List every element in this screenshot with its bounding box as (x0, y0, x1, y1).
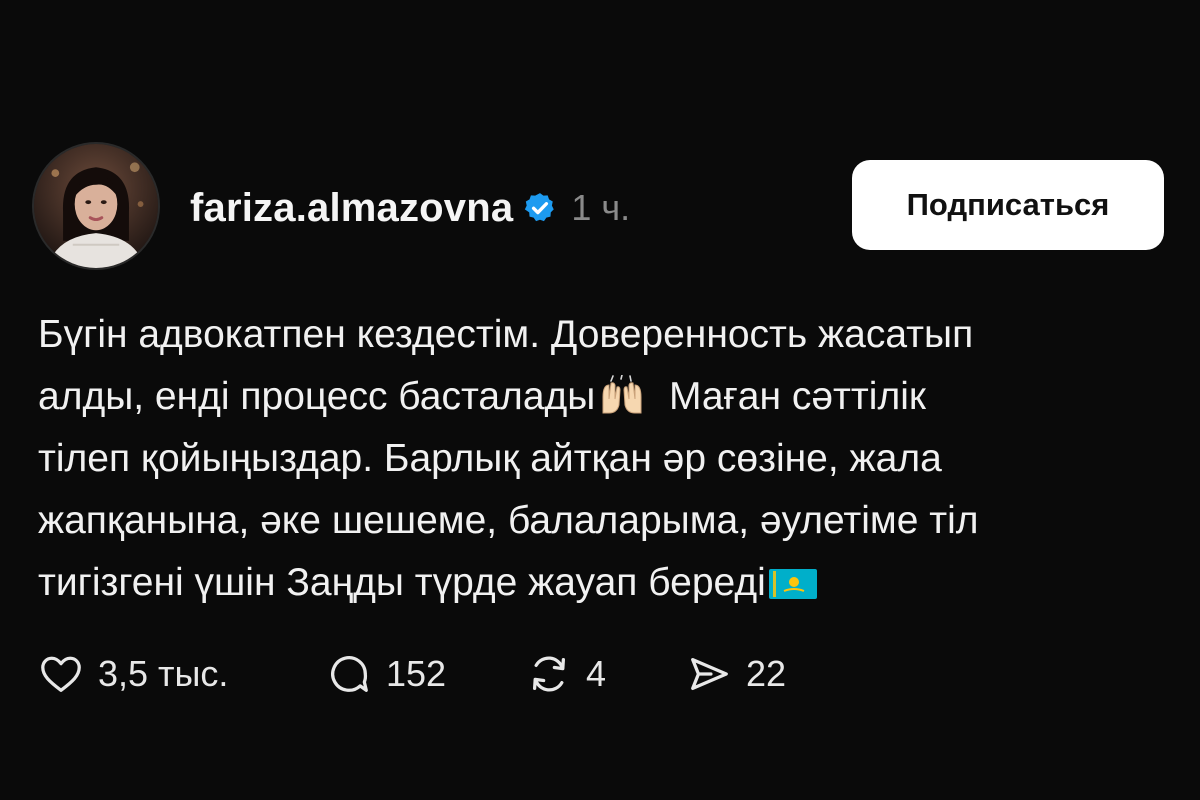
share-button[interactable]: 22 (686, 651, 786, 697)
text-segment: тигізгені үшін Заңды түрде жауап береді (38, 561, 766, 604)
comment-button[interactable]: 152 (326, 651, 526, 697)
post-text: Бүгін адвокатпен кездестім. Доверенность… (38, 304, 1178, 614)
username[interactable]: fariza.almazovna (190, 186, 513, 231)
text-line: тигізгені үшін Заңды түрде жауап береді (38, 552, 1178, 614)
post-card: fariza.almazovna 1 ч. Подписаться Бүгін … (0, 0, 1200, 800)
send-icon (691, 657, 728, 691)
text-line: тілеп қойыңыздар. Барлық айтқан әр сөзін… (38, 437, 942, 480)
text-line: жапқанына, әке шешеме, балаларыма, әулет… (38, 499, 979, 542)
text-segment: алды, енді процесс басталады (38, 375, 596, 418)
action-bar: 3,5 тыс. 152 4 22 (38, 646, 786, 702)
comment-icon (331, 656, 368, 692)
like-button[interactable]: 3,5 тыс. (38, 651, 326, 697)
text-segment: Маған сәттілік (668, 375, 926, 418)
heart-icon (41, 656, 81, 692)
post-header: fariza.almazovna 1 ч. (190, 178, 630, 238)
avatar-image (34, 144, 158, 268)
like-count: 3,5 тыс. (98, 653, 229, 694)
text-line: алды, енді процесс басталады Маған сәтті… (38, 366, 1178, 428)
avatar[interactable] (32, 142, 160, 270)
verified-badge-icon (523, 191, 557, 225)
kazakhstan-flag-emoji (768, 567, 818, 601)
comment-count: 152 (386, 653, 447, 694)
post-time: 1 ч. (571, 187, 631, 228)
follow-button[interactable]: Подписаться (852, 160, 1164, 250)
repost-count: 4 (586, 653, 607, 694)
raising-hands-emoji (597, 375, 647, 415)
repost-button[interactable]: 4 (526, 651, 686, 697)
text-line: Бүгін адвокатпен кездестім. Доверенность… (38, 313, 974, 356)
repost-icon (532, 656, 566, 692)
share-count: 22 (746, 653, 787, 694)
